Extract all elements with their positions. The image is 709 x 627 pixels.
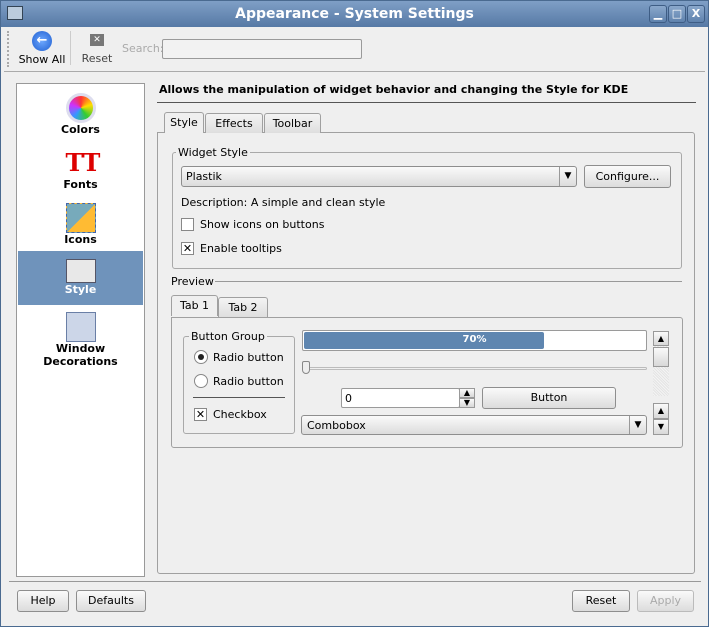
reset-label: Reset [81,52,113,65]
sidebar-item-label: Style [64,283,97,296]
preview-tab-2[interactable]: Tab 2 [218,297,268,317]
group-divider [193,397,285,398]
toolbar-divider [4,71,705,72]
preview-tab-1[interactable]: Tab 1 [171,295,218,316]
search-label: Search: [122,42,164,55]
radio-button-2[interactable] [194,374,208,388]
fonts-icon: TT [65,148,101,177]
title-bar[interactable]: Appearance - System Settings ▁ □ X [1,1,708,27]
window-decorations-icon [65,312,96,342]
toolbar-separator [70,31,71,65]
preview-divider [215,281,682,282]
colors-icon [65,93,96,123]
back-arrow-icon: ← [32,31,52,51]
close-button[interactable]: X [687,5,705,23]
sidebar-item-colors[interactable]: Colors [18,89,143,143]
reset-button[interactable]: Reset [572,590,630,612]
show-all-label: Show All [18,53,66,66]
reset-toolbar-button[interactable]: ✕ Reset [77,31,117,65]
vertical-scrollbar[interactable]: ▲ [653,331,669,396]
header-divider [157,102,696,103]
toolbar-handle[interactable] [7,31,11,67]
tab-effects[interactable]: Effects [205,113,263,133]
button-group-label: Button Group [189,330,267,343]
style-description: Description: A simple and clean style [181,196,386,209]
chevron-down-icon: ▼ [629,416,646,434]
preview-combobox[interactable]: Combobox ▼ [301,415,647,435]
progress-text: 70% [462,334,487,345]
sidebar-item-style[interactable]: Style [18,251,143,305]
help-button[interactable]: Help [17,590,69,612]
window-title: Appearance - System Settings [235,6,474,22]
checkbox[interactable]: ✕ [194,408,207,421]
slider-handle[interactable] [302,361,310,374]
spin-down-button[interactable]: ▼ [459,398,475,408]
preview-label: Preview [171,275,214,288]
chevron-down-icon: ▼ [559,167,576,186]
scrollbar-thumb[interactable] [653,347,669,367]
reset-icon: ✕ [90,34,104,46]
window: Appearance - System Settings ▁ □ X ← Sho… [0,0,709,627]
defaults-button[interactable]: Defaults [76,590,146,612]
sidebar-item-icons[interactable]: Icons [18,199,143,253]
scroll-up-button[interactable]: ▲ [653,331,669,346]
widget-style-label: Widget Style [176,146,250,159]
sidebar-item-window-decorations[interactable]: Window Decorations [18,308,143,368]
enable-tooltips-checkbox[interactable]: ✕ [181,242,194,255]
widget-style-value: Plastik [186,170,222,183]
sidebar-item-label: Colors [61,123,100,136]
checkbox-label: Checkbox [213,408,267,421]
widget-style-combobox[interactable]: Plastik ▼ [181,166,577,187]
sidebar-item-label: Icons [64,233,97,246]
search-input[interactable] [162,39,362,59]
minimize-button[interactable]: ▁ [649,5,667,23]
main-panel: Allows the manipulation of widget behavi… [157,83,696,575]
show-all-button[interactable]: ← Show All [17,31,67,66]
show-icons-checkbox[interactable] [181,218,194,231]
sidebar: Colors TT Fonts Icons Style Window Decora… [16,83,145,577]
maximize-button[interactable]: □ [668,5,686,23]
radio-label-2: Radio button [213,375,284,388]
radio-button-1[interactable] [194,350,208,364]
footer-divider [9,581,701,582]
show-icons-label: Show icons on buttons [200,218,325,231]
scroll-up-button-2[interactable]: ▲ [653,403,669,419]
slider-track[interactable] [302,367,647,370]
preview-button[interactable]: Button [482,387,616,409]
combobox-value: Combobox [307,419,366,432]
apply-button[interactable]: Apply [637,590,694,612]
spin-up-button[interactable]: ▲ [459,388,475,398]
radio-label-1: Radio button [213,351,284,364]
sidebar-item-label: Fonts [63,178,98,191]
enable-tooltips-label: Enable tooltips [200,242,282,255]
scroll-down-button-2[interactable]: ▼ [653,419,669,435]
system-settings-icon[interactable] [7,6,23,20]
spinbox-input[interactable]: 0 [341,388,460,408]
progress-bar: 70% [302,330,647,351]
page-header: Allows the manipulation of widget behavi… [159,83,629,96]
tab-toolbar[interactable]: Toolbar [264,113,321,133]
sidebar-item-label: Window Decorations [43,342,118,368]
configure-button[interactable]: Configure... [584,165,671,188]
tab-style[interactable]: Style [164,112,204,133]
icons-icon [65,203,96,233]
sidebar-item-fonts[interactable]: TT Fonts [18,144,143,198]
style-icon [65,259,96,283]
